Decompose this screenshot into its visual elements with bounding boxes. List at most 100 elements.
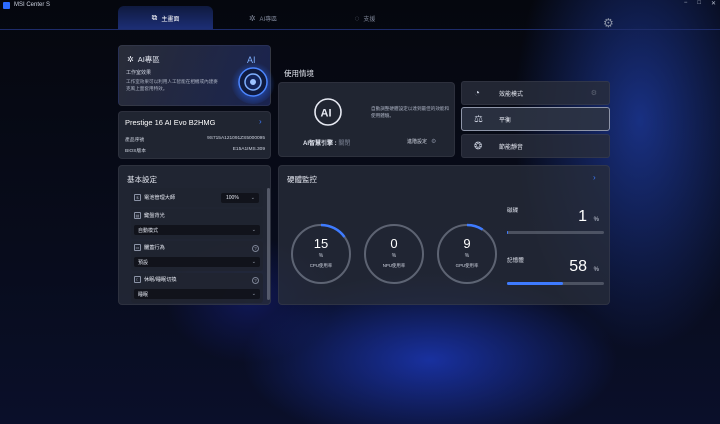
home-icon: ⧉ [151, 13, 158, 22]
memory-usage: 記憶體 58 % [507, 256, 605, 286]
lid-action-select[interactable]: 預設 ⌄ [134, 257, 260, 267]
basic-settings-title: 基本設定 [127, 175, 157, 184]
chevron-down-icon: ⌄ [250, 195, 255, 201]
hardware-monitor-title: 硬體監控 [287, 175, 317, 184]
gear-icon: ⚙ [431, 139, 437, 145]
tab-ai-zone-label: AI專區 [259, 16, 278, 23]
disk-bar-track [507, 231, 604, 234]
sleep-hibernate-value: 睡眠 [138, 291, 149, 298]
tab-home-label: 主畫面 [161, 16, 180, 23]
keyboard-backlight-select[interactable]: 自動模式 ⌄ [134, 225, 260, 235]
product-sn-label: 產品序號 [125, 138, 145, 143]
mode-balanced-button[interactable]: ⚖ 平衡 [461, 107, 610, 131]
gpu-gauge: 9 % GPU使用率 [435, 222, 499, 286]
lid-action-text: 闔蓋行為 [144, 245, 165, 251]
ai-zone-description: 工作室效果可以利用人工智能在相機或內建麥克風上面套用特效。 [126, 79, 218, 91]
laptop-lid-icon: ▭ [134, 244, 141, 251]
ai-zone-title: ✲ AI專區 [127, 54, 160, 65]
gpu-usage-unit: % [464, 253, 470, 259]
memory-bar-fill [507, 282, 564, 285]
tab-support[interactable]: ◌ 支援 [330, 6, 400, 30]
battery-master-select[interactable]: 100% ⌄ [221, 193, 259, 203]
lid-action-label: ▭ 闔蓋行為 [134, 244, 165, 251]
sleep-hibernate-label: ☾ 休眠/睡眠切換 [134, 276, 177, 283]
battery-icon: $ [134, 194, 141, 201]
advanced-settings-label: 進階設定 [407, 139, 428, 145]
keyboard-backlight-setting: ▤ 鍵盤背光 自動模式 ⌄ [131, 209, 263, 239]
mode-balanced-label: 平衡 [499, 117, 512, 124]
memory-bar-track [507, 282, 604, 285]
tab-ai-zone[interactable]: ✲ AI專區 [228, 6, 298, 30]
ai-zone-title-text: AI專區 [137, 55, 160, 64]
ai-engine-state[interactable]: 關閉 [338, 141, 350, 147]
keyboard-backlight-label: ▤ 鍵盤背光 [134, 212, 165, 219]
lid-action-setting: ▭ 闔蓋行為 ? 預設 ⌄ [131, 241, 263, 271]
product-sn-value: 9S715A121091ZS5000095 [207, 136, 265, 141]
ai-engine-card: AI AI智慧引擎 : 關閉 自動調整硬體設定以達到最佳的效能和使用體驗。 進階… [278, 82, 455, 157]
top-navigation: ⧉ 主畫面 ✲ AI專區 ◌ 支援 ⚙ [0, 6, 720, 30]
chevron-right-icon[interactable]: › [259, 117, 262, 126]
sleep-hibernate-text: 休眠/睡眠切換 [144, 277, 177, 283]
ai-zone-card[interactable]: ✲ AI專區 工作室效果 工作室效果可以利用人工智能在相機或內建麥克風上面套用特… [118, 45, 275, 106]
ai-engine-status: AI智慧引擎 : 關閉 [303, 138, 350, 147]
battery-master-value: 100% [226, 195, 239, 201]
memory-value: 58 [569, 258, 587, 275]
mode-eco-silent-label: 節能靜音 [499, 144, 524, 151]
keyboard-backlight-value: 自動模式 [138, 227, 159, 234]
ai-camera-illustration-icon: AI [231, 55, 275, 104]
nav-divider [0, 29, 720, 30]
gpu-usage-label: GPU使用率 [455, 263, 479, 268]
svg-text:AI: AI [321, 108, 332, 120]
chevron-right-icon[interactable]: › [593, 173, 596, 182]
disk-value: 1 [578, 208, 587, 225]
disk-label: 磁碟 [507, 208, 519, 214]
keyboard-backlight-text: 鍵盤背光 [144, 213, 165, 219]
advanced-settings-button[interactable]: 進階設定 ⚙ [407, 138, 436, 145]
keyboard-icon: ▤ [134, 212, 141, 219]
battery-master-label: $ 電池管理大師 [134, 194, 175, 201]
npu-usage-value: 0 [390, 236, 398, 251]
mode-performance-label: 效能模式 [499, 91, 524, 98]
leaf-globe-icon: ❂ [474, 140, 483, 152]
disk-usage: 磁碟 1 % [507, 206, 605, 236]
bios-value: E15A1IMS.309 [232, 147, 265, 152]
mode-performance-button[interactable]: ◔ 效能模式 ⚙ [461, 81, 610, 105]
hardware-monitor-card: 硬體監控 › 15 % CPU使用率 0 % NPU使用率 9 % GPU使用率… [278, 165, 610, 305]
bios-row: BIOS版本 E15A1IMS.309 [125, 147, 265, 154]
memory-label: 記憶體 [507, 258, 524, 264]
gear-icon[interactable]: ⚙ [591, 89, 597, 97]
moon-icon: ☾ [134, 276, 141, 283]
svg-text:AI: AI [247, 55, 256, 65]
support-icon: ◌ [354, 13, 360, 23]
usage-scenario-title: 使用情境 [284, 69, 314, 78]
cpu-usage-label: CPU使用率 [309, 263, 333, 268]
sleep-hibernate-setting: ☾ 休眠/睡眠切換 ? 睡眠 ⌄ [131, 273, 263, 303]
chevron-down-icon: ⌄ [251, 227, 256, 233]
tab-home[interactable]: ⧉ 主畫面 [118, 6, 213, 30]
speedometer-icon: ◔ [474, 87, 481, 99]
tab-support-label: 支援 [363, 16, 376, 23]
settings-scrollbar[interactable] [267, 188, 270, 300]
ai-engine-description: 自動調整硬體設定以達到最佳的效能和使用體驗。 [371, 106, 450, 118]
basic-settings-card: 基本設定 $ 電池管理大師 100% ⌄ ▤ 鍵盤背光 自動模式 ⌄ ▭ 闔蓋行… [118, 165, 271, 305]
ai-brain-icon: AI [314, 98, 342, 126]
cpu-gauge: 15 % CPU使用率 [289, 222, 353, 286]
chevron-down-icon: ⌄ [251, 259, 256, 265]
ai-engine-label: AI智慧引擎 : [303, 141, 337, 147]
mode-eco-silent-button[interactable]: ❂ 節能靜音 [461, 134, 610, 158]
disk-unit: % [593, 217, 599, 223]
product-sn-row: 產品序號 9S715A121091ZS5000095 [125, 136, 265, 143]
device-name: Prestige 16 AI Evo B2HMG [125, 118, 216, 127]
ai-sparkle-icon: ✲ [127, 55, 134, 64]
ai-zone-subtitle: 工作室效果 [126, 70, 152, 76]
bios-label: BIOS版本 [125, 149, 147, 154]
gear-icon[interactable]: ⚙ [603, 16, 614, 30]
lid-action-value: 預設 [138, 259, 149, 266]
help-icon[interactable]: ? [252, 245, 259, 252]
device-info-card[interactable]: Prestige 16 AI Evo B2HMG › 產品序號 9S715A12… [118, 111, 271, 159]
battery-master-text: 電池管理大師 [144, 195, 176, 201]
memory-unit: % [593, 267, 599, 273]
help-icon[interactable]: ? [252, 277, 259, 284]
sleep-hibernate-select[interactable]: 睡眠 ⌄ [134, 289, 260, 299]
npu-usage-unit: % [391, 253, 397, 259]
